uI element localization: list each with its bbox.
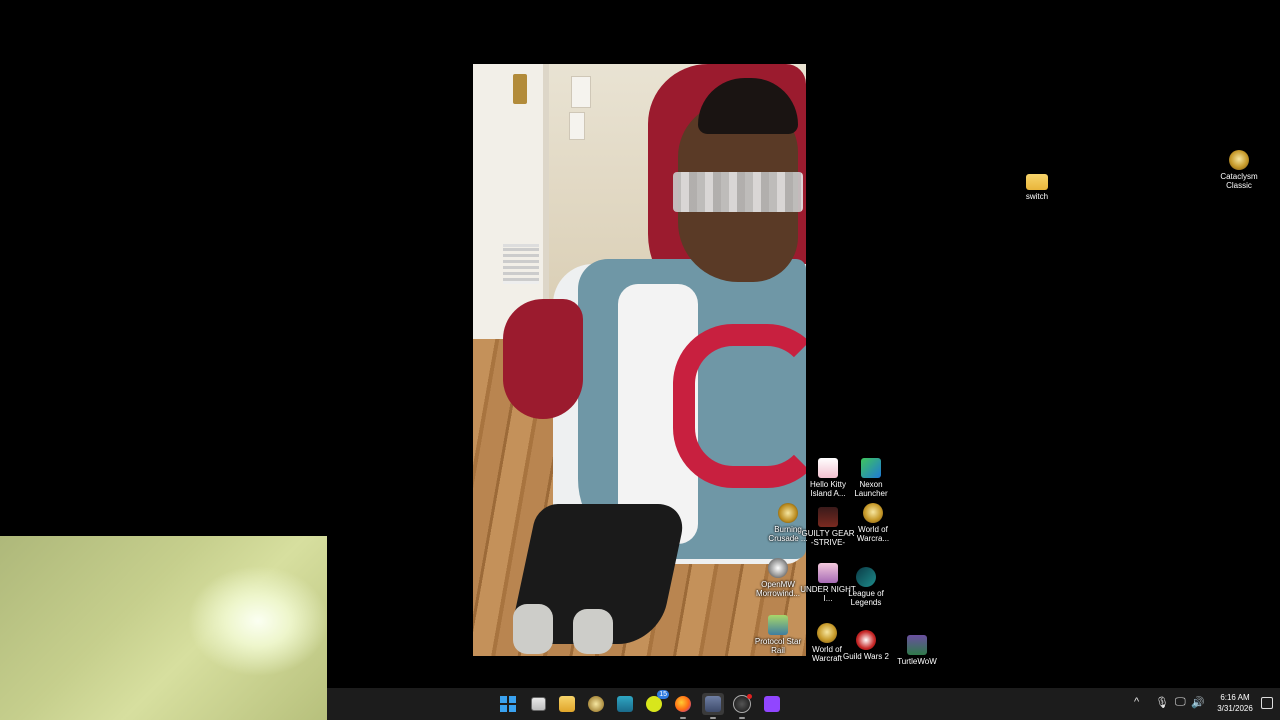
desktop-icon-label: Guild Wars 2 <box>843 652 889 661</box>
photo-light-switch <box>571 76 591 108</box>
camera-app-button[interactable] <box>702 693 724 719</box>
photo-jacket-letter <box>673 324 806 488</box>
photo-shoe-right <box>573 609 613 654</box>
photo-outlet <box>569 112 585 140</box>
desktop-icon-protocol[interactable]: Protocol Star Rail <box>750 615 806 655</box>
desktop-icon-league-of-legends[interactable]: League of Legends <box>838 567 894 607</box>
twitch-button[interactable] <box>761 693 783 715</box>
chat-app-button[interactable]: 15 <box>643 690 669 715</box>
notification-center-icon[interactable] <box>1261 697 1273 709</box>
desktop-icon-switch[interactable]: switch <box>1009 170 1065 201</box>
wow-icon <box>588 696 604 712</box>
clock-time: 6:16 AM <box>1220 693 1250 702</box>
guilty-gear-icon <box>818 507 838 527</box>
firefox-button[interactable] <box>672 693 694 719</box>
desktop: switch Cataclysm Classic Hello Kitty Isl… <box>0 0 1280 720</box>
desktop-icon-turtlewow[interactable]: TurtleWoW <box>889 635 945 666</box>
desktop-icon-cataclysm-classic[interactable]: Cataclysm Classic <box>1211 150 1267 190</box>
wow-icon <box>863 503 883 523</box>
task-view-icon <box>530 697 546 711</box>
photo-hinge <box>513 74 527 104</box>
windows-start-icon <box>500 696 516 712</box>
network-status-icon[interactable]: 🖵 <box>1175 696 1186 709</box>
recording-dot-icon <box>747 694 752 699</box>
camera-icon <box>705 696 721 712</box>
file-explorer-button[interactable] <box>556 693 578 715</box>
volume-icon[interactable]: 🔊 <box>1191 696 1205 709</box>
photo-bracelets <box>503 244 539 284</box>
desktop-icon-label: switch <box>1025 192 1049 201</box>
desktop-icon-label: OpenMW Morrowind... <box>755 580 800 598</box>
photo-blurred-eyes <box>673 172 803 212</box>
taskbar: 15 ^ 🎙 🖵 🔊 6:16 AM 3/31/2026 <box>327 688 1280 720</box>
desktop-icon-label: Nexon Launcher <box>854 480 888 498</box>
folder-icon <box>1026 174 1048 190</box>
photo-shoe-left <box>513 604 553 654</box>
microphone-icon[interactable]: 🎙 <box>1155 696 1169 709</box>
folder-icon <box>559 696 575 712</box>
start-button[interactable] <box>497 693 519 715</box>
turtle-wow-icon <box>907 635 927 655</box>
twitch-icon <box>764 696 780 712</box>
desktop-icon-label: World of Warcra... <box>856 525 890 543</box>
desktop-icon-label: Cataclysm Classic <box>1220 172 1258 190</box>
desktop-icon-morrowind[interactable]: OpenMW Morrowind... <box>750 558 806 598</box>
morrowind-icon <box>768 558 788 578</box>
photo-sleeve <box>503 299 583 419</box>
wow-icon <box>778 503 798 523</box>
protocol-icon <box>768 615 788 635</box>
hello-kitty-icon <box>818 458 838 478</box>
desktop-icon-guild-wars-2[interactable]: Guild Wars 2 <box>838 630 894 661</box>
nexon-icon <box>861 458 881 478</box>
desktop-icon-nexon-launcher[interactable]: Nexon Launcher <box>843 458 899 498</box>
notification-badge: 15 <box>657 690 669 699</box>
wow-icon <box>1229 150 1249 170</box>
desktop-icon-world-of-warcraft-retail[interactable]: World of Warcra... <box>845 503 901 543</box>
clock-date: 3/31/2026 <box>1217 704 1253 713</box>
steam-button[interactable] <box>731 693 753 719</box>
webcam-overlay <box>0 536 327 720</box>
firefox-icon <box>675 696 691 712</box>
league-icon <box>856 567 876 587</box>
under-night-icon <box>818 563 838 583</box>
network-tool-button[interactable] <box>614 693 636 715</box>
desktop-icon-label: TurtleWoW <box>897 657 937 666</box>
desktop-icon-label: Protocol Star Rail <box>754 637 802 655</box>
task-view-button[interactable] <box>527 693 549 715</box>
guild-wars-2-icon <box>856 630 876 650</box>
wow-icon <box>817 623 837 643</box>
wow-taskbar-button[interactable] <box>585 693 607 715</box>
clock[interactable]: 6:16 AM 3/31/2026 <box>1212 692 1258 714</box>
desktop-icon-label: League of Legends <box>848 589 884 607</box>
tray-overflow-chevron-icon[interactable]: ^ <box>1134 696 1139 708</box>
network-icon <box>617 696 633 712</box>
